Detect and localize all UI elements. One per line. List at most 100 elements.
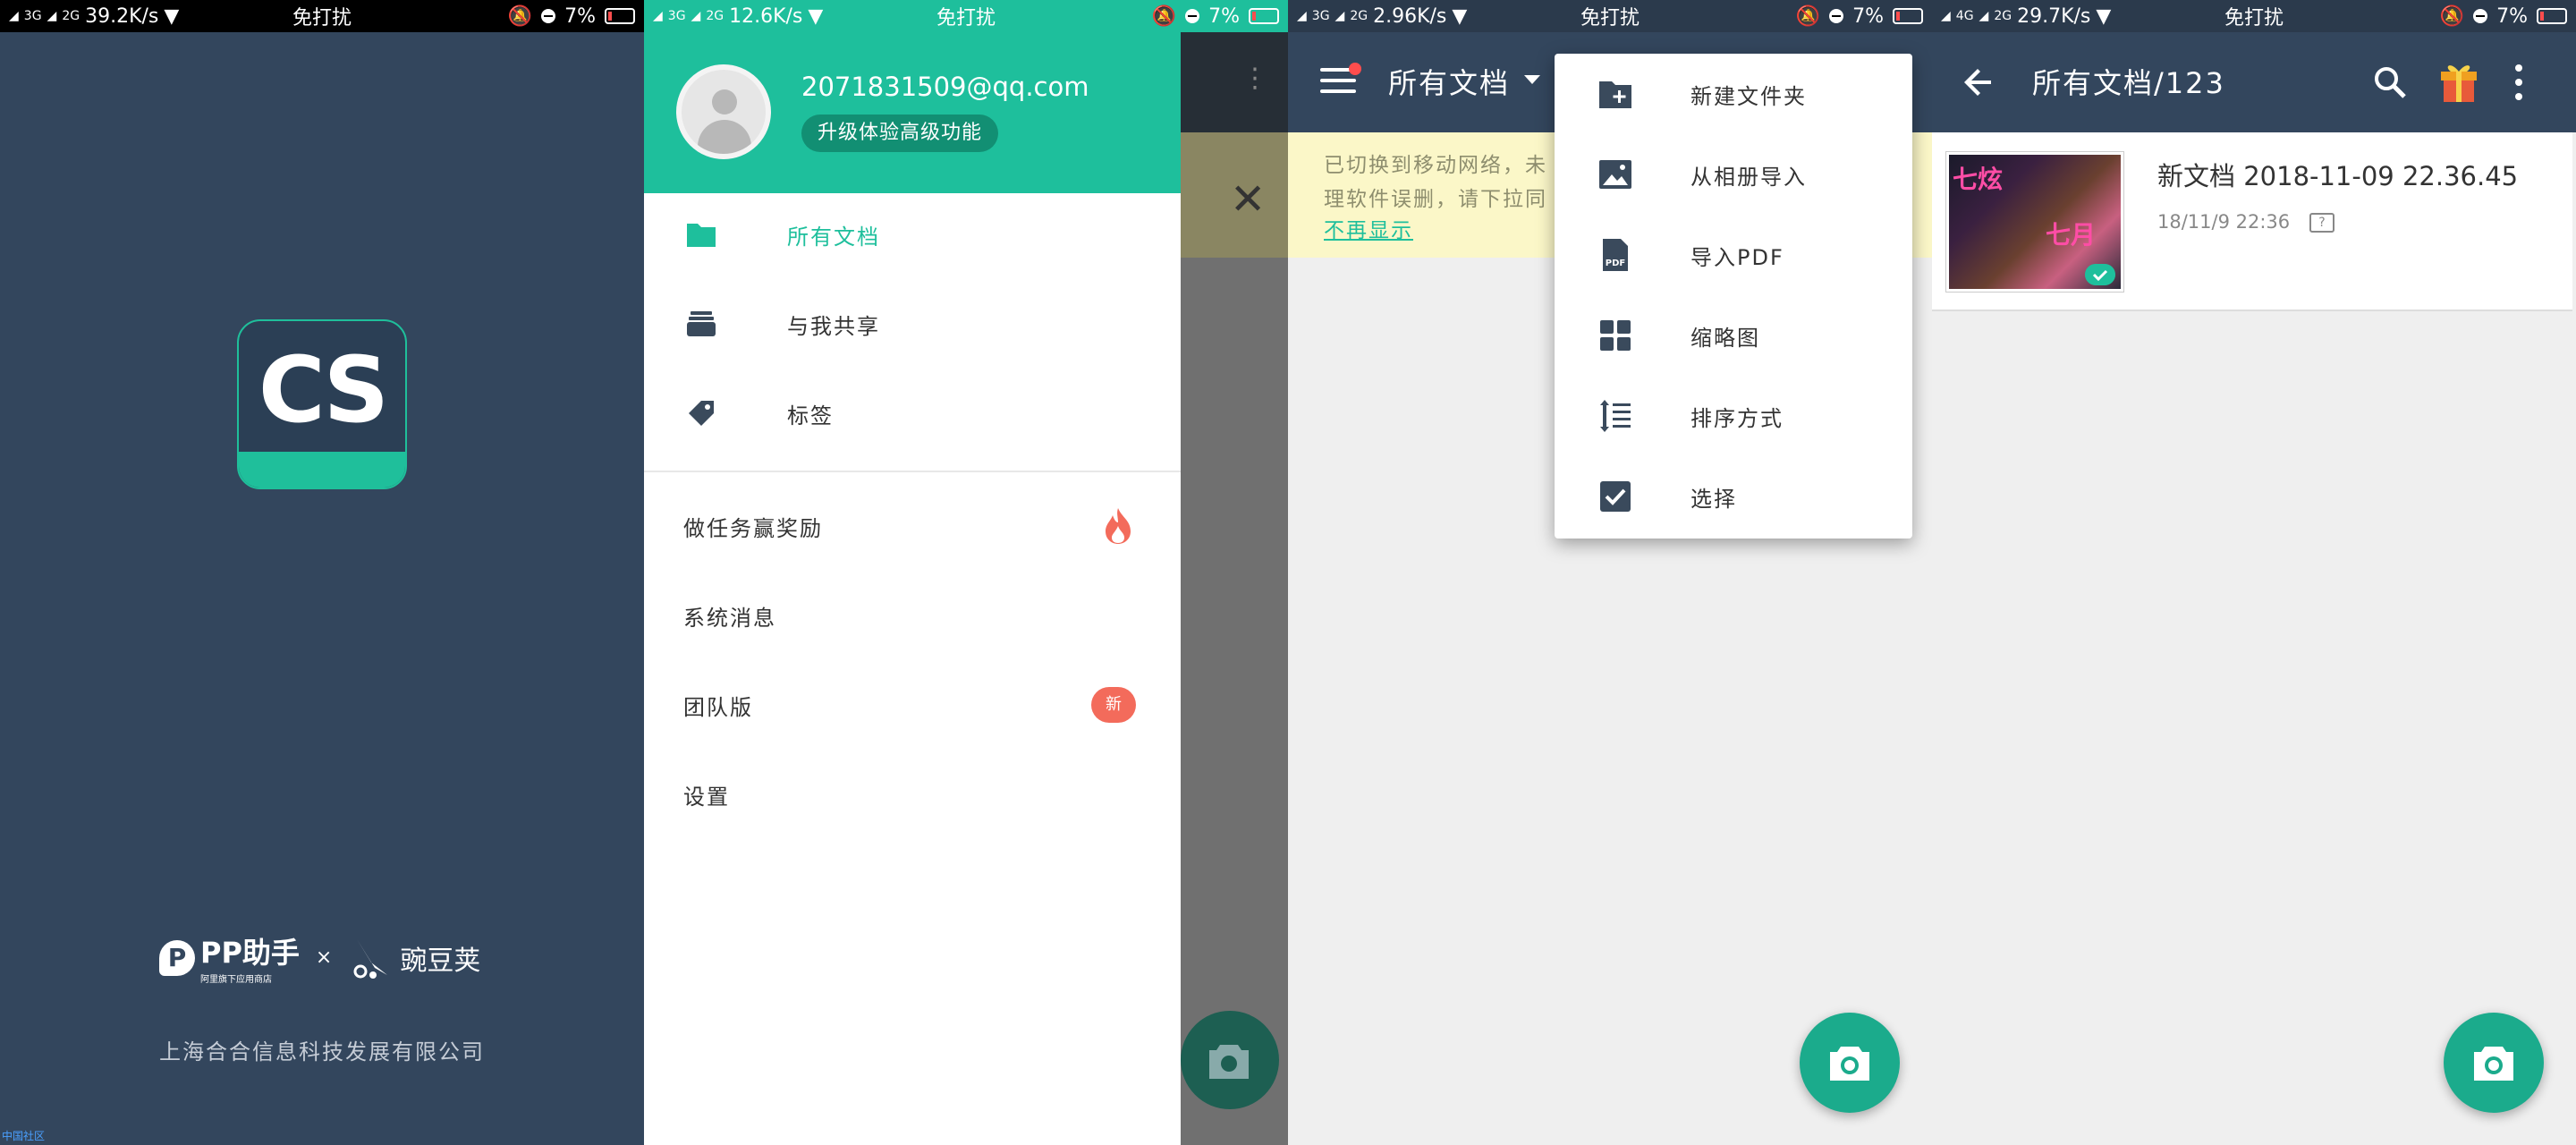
mute-icon: 🔕 <box>1795 4 1821 28</box>
popup-item-sort[interactable]: 排序方式 <box>1555 376 1912 456</box>
folder-screen: ◢ 4G ◢ 2G 29.7K/s ▼ 免打扰 🔕 7% 所有文档/123 七炫… <box>1932 0 2576 1145</box>
dropdown-caret-icon[interactable] <box>1524 75 1540 84</box>
screenshot-collage: ◢ 3G ◢ 2G 39.2K/s ▼ 免打扰 🔕 7% CS P PP助手 阿… <box>0 0 2576 1145</box>
popup-item-new-folder[interactable]: 新建文件夹 <box>1555 54 1912 134</box>
camera-fab[interactable] <box>1800 1013 1900 1113</box>
times-sign: × <box>315 946 333 969</box>
search-icon[interactable] <box>2370 63 2410 102</box>
tag-icon <box>689 401 714 426</box>
app-bar: 所有文档/123 <box>1932 32 2576 132</box>
menu-item-rewards[interactable]: 做任务赢奖励 <box>644 481 1181 571</box>
popup-item-select[interactable]: 选择 <box>1555 456 1912 537</box>
shared-stack-icon <box>687 311 716 336</box>
overflow-popup-menu: 新建文件夹 从相册导入 PDF 导入PDF 缩略图 排序方式 选择 <box>1555 54 1912 539</box>
avatar[interactable] <box>676 64 771 159</box>
new-folder-icon <box>1599 81 1631 108</box>
nav-item-shared[interactable]: 与我共享 <box>644 279 1181 369</box>
dimmed-app-bar <box>1181 32 1288 132</box>
document-date: 18/11/9 22:36 <box>2157 211 2291 233</box>
drawer-divider <box>644 471 1181 472</box>
battery-percent: 7% <box>2496 4 2528 28</box>
document-thumbnail[interactable]: 七炫 七月 <box>1946 152 2123 292</box>
signal-icon: ◢ <box>1297 9 1307 23</box>
fire-icon <box>1106 508 1131 544</box>
logo-text: CS <box>258 337 389 444</box>
signal-icon: ◢ <box>1979 9 1989 23</box>
battery-icon <box>605 8 635 24</box>
popup-label: 选择 <box>1690 486 1737 512</box>
network-type-2: 2G <box>706 9 724 23</box>
page-title[interactable]: 所有文档 <box>1388 61 1510 102</box>
pp-assistant-logo: P PP助手 阿里旗下应用商店 <box>159 930 300 985</box>
company-name: 上海合合信息科技发展有限公司 <box>159 1039 485 1064</box>
signal-icon: ◢ <box>47 9 57 23</box>
battery-percent: 7% <box>1852 4 1884 28</box>
dnd-icon <box>2473 9 2488 23</box>
mute-icon: 🔕 <box>1151 4 1177 28</box>
popup-label: 缩略图 <box>1690 325 1760 351</box>
network-speed: 2.96K/s <box>1373 4 1447 28</box>
document-card[interactable]: 七炫 七月 新文档 2018-11-09 22.36.45 18/11/9 22… <box>1932 132 2572 311</box>
pea-pod-icon <box>353 938 388 979</box>
dnd-icon <box>1185 9 1200 23</box>
menu-item-settings[interactable]: 设置 <box>644 750 1181 839</box>
wandoujia-logo: 豌豆荚 <box>348 936 480 980</box>
pdf-icon: PDF <box>1603 239 1628 271</box>
network-type-1: 3G <box>1311 9 1330 23</box>
camera-fab[interactable] <box>2444 1013 2544 1113</box>
menu-item-system-messages[interactable]: 系统消息 <box>644 571 1181 660</box>
signal-icon: ◢ <box>1335 9 1345 23</box>
gift-icon[interactable] <box>2438 59 2479 104</box>
battery-percent: 7% <box>564 4 596 28</box>
page-title: 所有文档/123 <box>2032 66 2225 100</box>
nav-label: 所有文档 <box>787 224 880 250</box>
account-email[interactable]: 2071831509@qq.com <box>801 72 1089 102</box>
battery-icon <box>2537 8 2567 24</box>
popup-item-import-album[interactable]: 从相册导入 <box>1555 134 1912 215</box>
network-speed: 39.2K/s <box>85 4 159 28</box>
wifi-icon: ▼ <box>1452 4 1468 28</box>
more-vert-icon[interactable] <box>2512 63 2526 102</box>
signal-icon: ◢ <box>9 9 19 23</box>
splash-screen: ◢ 3G ◢ 2G 39.2K/s ▼ 免打扰 🔕 7% CS P PP助手 阿… <box>0 0 644 1145</box>
grid-icon <box>1600 320 1631 351</box>
back-arrow-icon[interactable] <box>1961 64 1996 100</box>
camera-icon <box>1830 1047 1869 1081</box>
nav-item-tags[interactable]: 标签 <box>644 369 1181 458</box>
pp-subtitle: 阿里旗下应用商店 <box>200 975 272 985</box>
svg-text:PDF: PDF <box>1606 259 1625 268</box>
pp-icon: P <box>159 939 195 976</box>
signal-icon: ◢ <box>691 9 701 23</box>
status-bar: ◢ 3G ◢ 2G 2.96K/s ▼ 免打扰 🔕 7% <box>1288 0 1932 32</box>
close-icon: ✕ <box>1230 174 1267 225</box>
partner-brands: P PP助手 阿里旗下应用商店 × 豌豆荚 <box>159 930 480 985</box>
menu-label: 设置 <box>683 784 730 810</box>
camera-icon <box>1209 1045 1249 1079</box>
synced-check-icon <box>2085 264 2115 285</box>
wifi-icon: ▼ <box>2096 4 2112 28</box>
menu-item-team-edition[interactable]: 团队版 新 <box>644 660 1181 750</box>
signal-icon: ◢ <box>1941 9 1951 23</box>
corner-watermark: 中国社区 <box>2 1130 46 1142</box>
nav-label: 标签 <box>787 403 834 428</box>
status-bar: ◢ 3G ◢ 2G 39.2K/s ▼ 免打扰 🔕 7% <box>0 0 644 32</box>
page-count-badge: ? <box>2309 213 2334 233</box>
network-speed: 29.7K/s <box>2017 4 2091 28</box>
status-bar: ◢ 4G ◢ 2G 29.7K/s ▼ 免打扰 🔕 7% <box>1932 0 2576 32</box>
wifi-icon: ▼ <box>808 4 824 28</box>
popup-item-import-pdf[interactable]: PDF 导入PDF <box>1555 215 1912 295</box>
wifi-icon: ▼ <box>164 4 180 28</box>
checkbox-icon <box>1600 481 1631 512</box>
popup-label: 新建文件夹 <box>1690 83 1807 109</box>
navigation-drawer: 2071831509@qq.com 升级体验高级功能 所有文档 与我共享 标签 … <box>644 0 1181 1145</box>
network-type-1: 4G <box>1955 9 1974 23</box>
thumb-text: 七月 <box>2046 220 2097 250</box>
popup-item-thumbnail[interactable]: 缩略图 <box>1555 295 1912 376</box>
popup-label: 从相册导入 <box>1690 164 1807 190</box>
network-type-2: 2G <box>1994 9 2012 23</box>
mute-icon: 🔕 <box>507 4 533 28</box>
more-vert-icon: ⋮ <box>1241 63 1268 94</box>
nav-item-all-docs[interactable]: 所有文档 <box>644 190 1181 279</box>
nav-label: 与我共享 <box>787 313 880 339</box>
upgrade-button[interactable]: 升级体验高级功能 <box>801 114 999 152</box>
